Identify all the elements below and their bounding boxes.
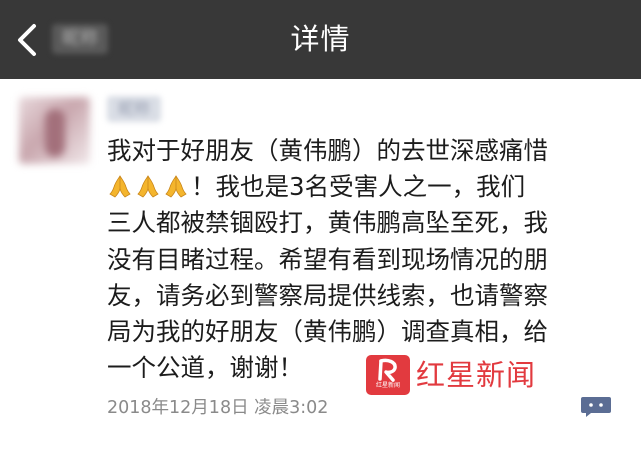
logo-small-text: 红星新闻 <box>375 382 400 389</box>
post-timestamp: 2018年12月18日 凌晨3:02 <box>107 398 329 418</box>
post-line: 局为我的好朋友（黄伟鹏）调查真相，给 <box>107 316 548 346</box>
author-name[interactable]: 昵称 <box>107 96 161 122</box>
folded-hands-icon <box>163 173 189 199</box>
post-line: 友，请务必到警察局提供线索，也请警察 <box>107 280 548 310</box>
post-line-with-emoji: ！我也是3名受害人之一，我们 <box>107 169 607 205</box>
comment-button[interactable] <box>580 396 612 418</box>
post-line: 三人都被禁锢殴打，黄伟鹏高坠至死，我 <box>107 208 548 238</box>
red-star-logo: 红星新闻 <box>366 355 410 395</box>
news-watermark: 红星新闻 红星新闻 <box>366 355 556 395</box>
avatar[interactable] <box>19 97 90 164</box>
post-text: 我对于好朋友（黄伟鹏）的去世深感痛惜 ！我也是3名受害人之一，我们 三人都被禁锢… <box>107 133 607 386</box>
folded-hands-icon <box>107 173 133 199</box>
navigation-bar: 昵称 详情 <box>0 0 641 79</box>
folded-hands-icon <box>135 173 161 199</box>
post-line-text: ！我也是3名受害人之一，我们 <box>191 172 526 202</box>
page-title: 详情 <box>290 22 351 56</box>
comment-bubble-icon <box>581 397 611 417</box>
watermark-text: 红星新闻 <box>416 358 537 392</box>
post-line: 我对于好朋友（黄伟鹏）的去世深感痛惜 <box>107 136 548 165</box>
post-line: 没有目睹过程。希望有看到现场情况的朋 <box>107 244 548 274</box>
